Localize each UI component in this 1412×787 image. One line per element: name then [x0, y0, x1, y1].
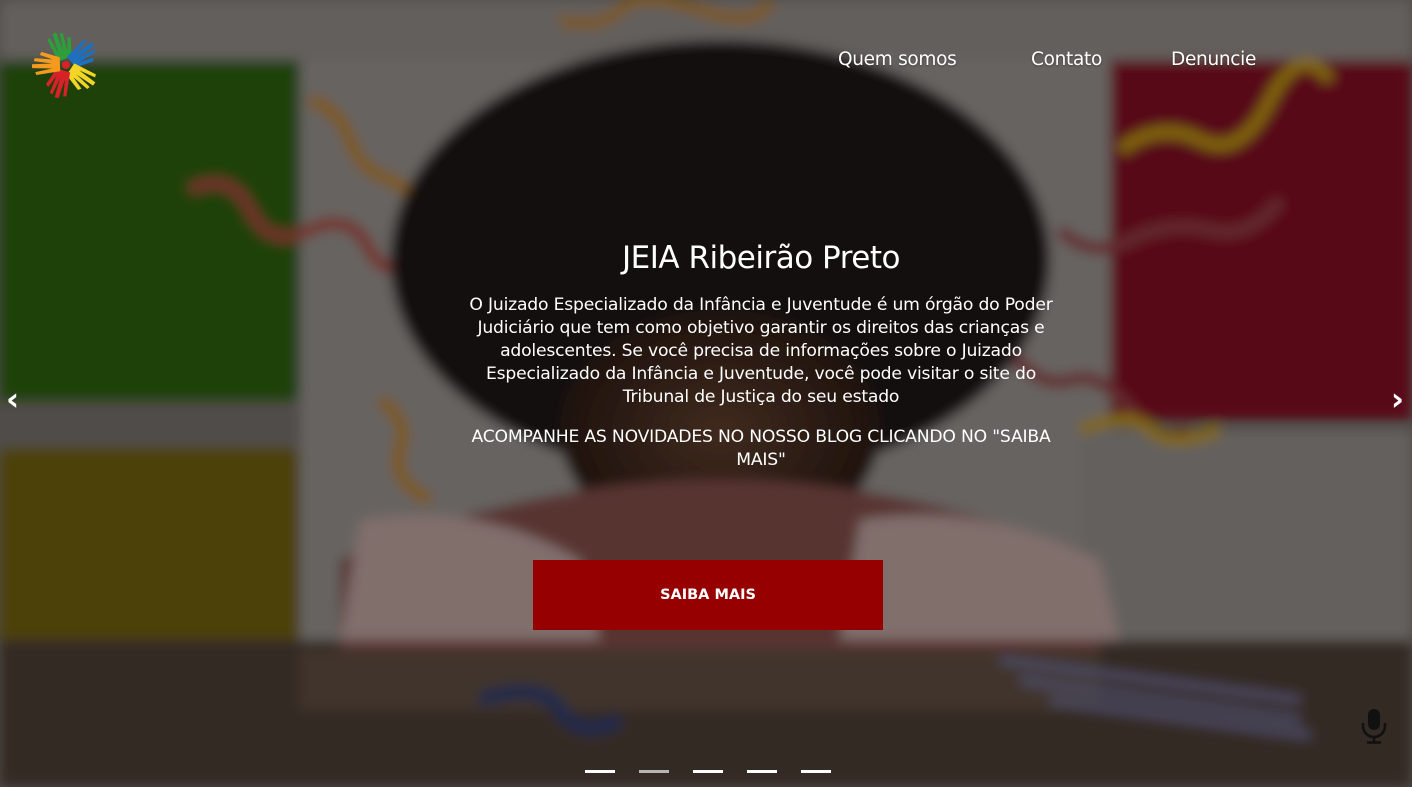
microphone-icon[interactable] — [1360, 708, 1388, 744]
hero-content: JEIA Ribeirão Preto O Juizado Especializ… — [451, 240, 1071, 472]
carousel-prev-arrow[interactable]: ‹ — [6, 380, 19, 418]
hero-title: JEIA Ribeirão Preto — [622, 240, 900, 276]
hero-carousel: Quem somos Contato Denuncie ‹ › JEIA Rib… — [0, 0, 1412, 787]
nav-quem-somos[interactable]: Quem somos — [838, 49, 957, 70]
nav-contato[interactable]: Contato — [1031, 49, 1102, 70]
saiba-mais-button[interactable]: SAIBA MAIS — [533, 560, 883, 630]
carousel-next-arrow[interactable]: › — [1391, 380, 1404, 418]
hero-cta-text: ACOMPANHE AS NOVIDADES NO NOSSO BLOG CLI… — [471, 427, 1051, 470]
hero-description: O Juizado Especializado da Infância e Ju… — [469, 295, 1053, 407]
carousel-indicators — [585, 770, 831, 773]
nav-denuncie[interactable]: Denuncie — [1171, 49, 1256, 70]
carousel-indicator-5[interactable] — [801, 770, 831, 773]
carousel-indicator-3[interactable] — [693, 770, 723, 773]
carousel-indicator-4[interactable] — [747, 770, 777, 773]
carousel-indicator-1[interactable] — [585, 770, 615, 773]
carousel-indicator-2[interactable] — [639, 770, 669, 773]
colorful-hands-logo-icon[interactable] — [26, 26, 106, 104]
